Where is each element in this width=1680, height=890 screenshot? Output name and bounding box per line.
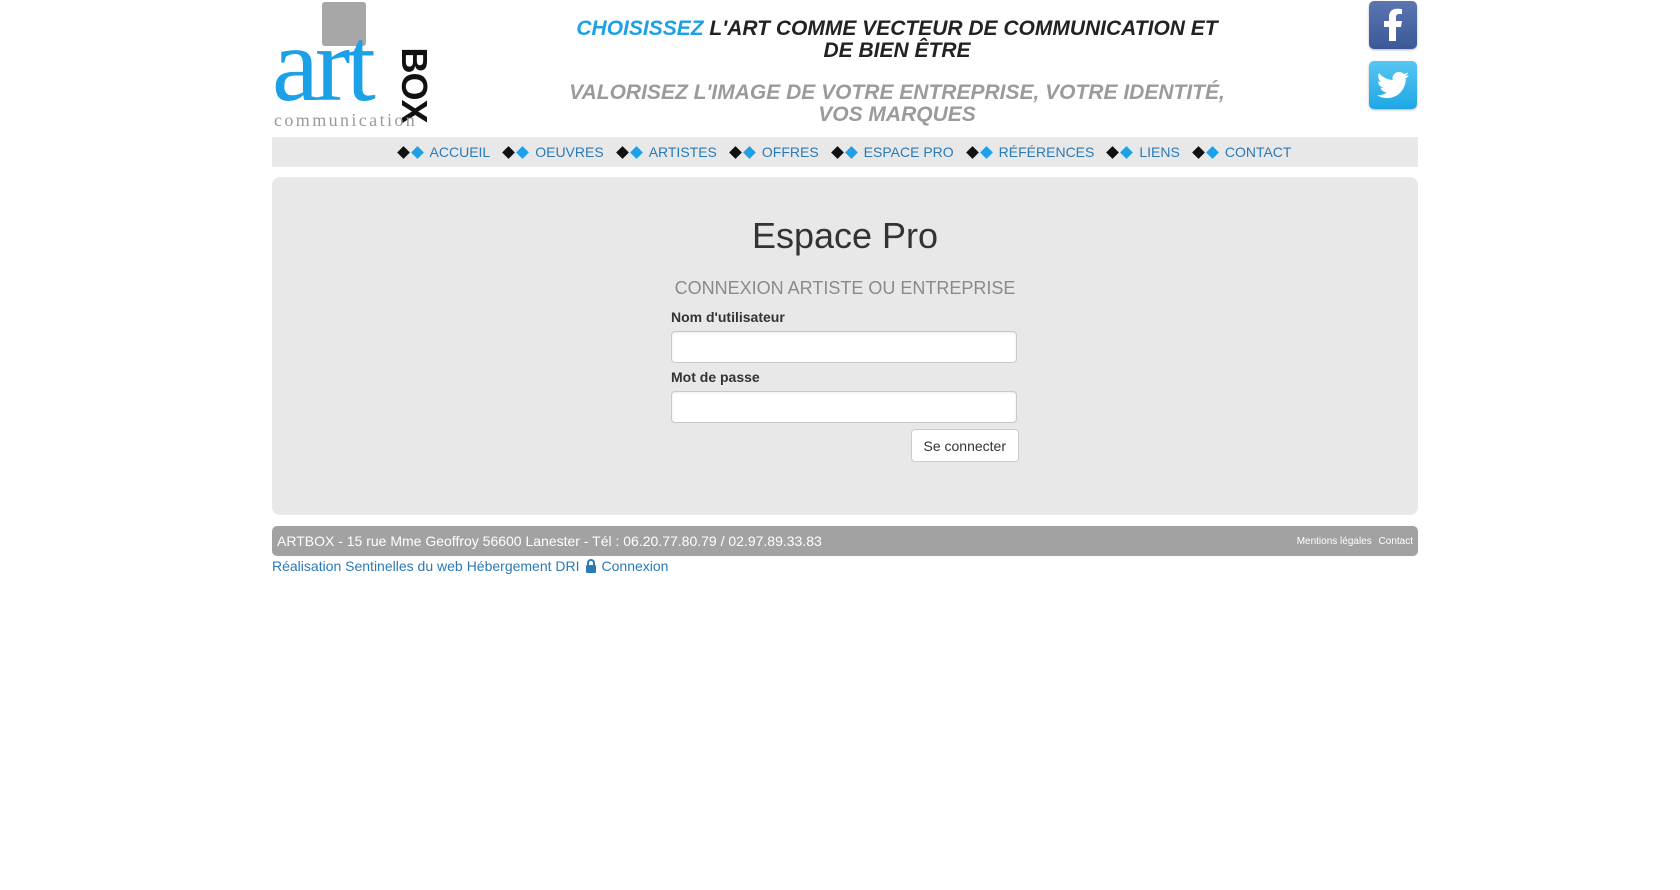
nav-item-contact[interactable]: CONTACT xyxy=(1191,144,1292,160)
credit-hebergement-link[interactable]: Hébergement DRI xyxy=(467,558,580,574)
site-footer: ARTBOX - 15 rue Mme Geoffroy 56600 Lanes… xyxy=(272,526,1418,556)
username-input[interactable] xyxy=(671,331,1017,363)
bullet-black-diamond-icon xyxy=(1106,145,1120,159)
bullet-blue-diamond-icon xyxy=(1120,145,1134,159)
main-navigation: ACCUEIL OEUVRES ARTISTES OFFRES ESPACE P… xyxy=(272,137,1418,167)
username-label: Nom d'utilisateur xyxy=(671,309,785,325)
bullet-black-diamond-icon xyxy=(1191,145,1205,159)
credits-line: Réalisation Sentinelles du web Hébergeme… xyxy=(272,558,672,574)
lock-icon xyxy=(585,559,596,573)
bullet-black-diamond-icon xyxy=(830,145,844,159)
nav-item-espace-pro[interactable]: ESPACE PRO xyxy=(830,144,954,160)
logo-art-text: art xyxy=(272,6,376,123)
twitter-icon xyxy=(1376,71,1409,99)
login-form: Nom d'utilisateur Mot de passe Se connec… xyxy=(671,309,1019,462)
nav-label[interactable]: OEUVRES xyxy=(535,144,603,160)
tagline-rest: L'ART COMME VECTEUR DE COMMUNICATION ET … xyxy=(703,17,1218,62)
bullet-black-diamond-icon xyxy=(396,145,410,159)
footer-link-contact[interactable]: Contact xyxy=(1379,536,1413,547)
nav-label[interactable]: ACCUEIL xyxy=(430,144,491,160)
nav-label[interactable]: OFFRES xyxy=(762,144,819,160)
page-title: Espace Pro xyxy=(751,215,939,256)
tagline-secondary: VALORISEZ L'IMAGE DE VOTRE ENTREPRISE, V… xyxy=(569,81,1225,126)
footer-links: Mentions légales Contact xyxy=(1293,536,1413,547)
bullet-black-diamond-icon xyxy=(615,145,629,159)
nav-item-offres[interactable]: OFFRES xyxy=(729,144,819,160)
nav-item-references[interactable]: RÉFÉRENCES xyxy=(965,144,1095,160)
tagline-highlight: CHOISISSEZ xyxy=(576,17,704,40)
nav-label[interactable]: ARTISTES xyxy=(649,144,717,160)
facebook-icon xyxy=(1384,8,1402,41)
bullet-blue-diamond-icon xyxy=(629,145,643,159)
nav-label[interactable]: CONTACT xyxy=(1225,144,1292,160)
login-subtitle: CONNEXION ARTISTE OU ENTREPRISE xyxy=(674,278,1016,298)
bullet-black-diamond-icon xyxy=(729,145,742,159)
bullet-blue-diamond-icon xyxy=(979,145,993,159)
bullet-black-diamond-icon xyxy=(502,145,516,159)
bullet-black-diamond-icon xyxy=(965,145,979,159)
logo-communication-text: communication xyxy=(274,110,418,130)
connexion-link[interactable]: Connexion xyxy=(602,558,669,574)
nav-label[interactable]: LIENS xyxy=(1139,144,1179,160)
nav-item-liens[interactable]: LIENS xyxy=(1106,144,1180,160)
password-label: Mot de passe xyxy=(671,369,760,385)
nav-label[interactable]: ESPACE PRO xyxy=(864,144,954,160)
bullet-blue-diamond-icon xyxy=(844,145,858,159)
tagline-primary: CHOISISSEZ L'ART COMME VECTEUR DE COMMUN… xyxy=(562,18,1232,62)
nav-item-accueil[interactable]: ACCUEIL xyxy=(396,144,491,160)
footer-address: ARTBOX - 15 rue Mme Geoffroy 56600 Lanes… xyxy=(277,533,822,549)
bullet-blue-diamond-icon xyxy=(516,145,530,159)
password-input[interactable] xyxy=(671,391,1017,423)
facebook-button[interactable] xyxy=(1369,1,1417,49)
bullet-blue-diamond-icon xyxy=(410,145,424,159)
bullet-blue-diamond-icon xyxy=(743,145,756,159)
footer-link-mentions-legales[interactable]: Mentions légales xyxy=(1297,536,1372,547)
twitter-button[interactable] xyxy=(1369,61,1417,109)
nav-item-oeuvres[interactable]: OEUVRES xyxy=(502,144,604,160)
login-button[interactable]: Se connecter xyxy=(910,429,1019,462)
nav-item-artistes[interactable]: ARTISTES xyxy=(615,144,717,160)
nav-label[interactable]: RÉFÉRENCES xyxy=(999,144,1095,160)
bullet-blue-diamond-icon xyxy=(1205,145,1219,159)
artbox-logo[interactable]: art BOX communication xyxy=(272,2,435,130)
page-wrapper: art BOX communication CHOISISSEZ L'ART C… xyxy=(272,0,1418,574)
credit-realisation-link[interactable]: Réalisation Sentinelles du web xyxy=(272,558,463,574)
site-header: art BOX communication CHOISISSEZ L'ART C… xyxy=(272,0,1418,134)
login-panel: Espace Pro CONNEXION ARTISTE OU ENTREPRI… xyxy=(272,177,1418,515)
